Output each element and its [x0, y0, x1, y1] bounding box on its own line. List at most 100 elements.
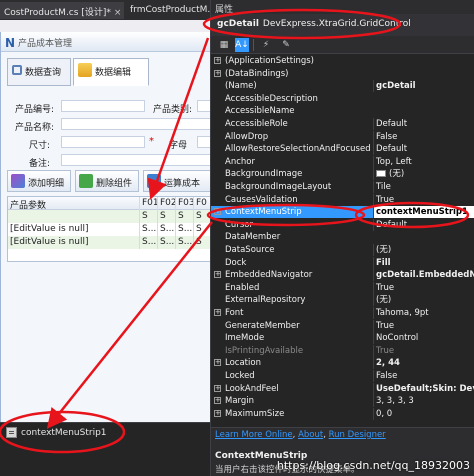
product-name-input[interactable] — [61, 118, 210, 130]
property-value[interactable]: (无) — [373, 244, 474, 256]
property-value[interactable]: gcDetail.EmbeddedNav — [373, 269, 474, 282]
events-icon[interactable]: ⚡ — [259, 38, 273, 52]
grid-cell: S... — [178, 223, 194, 236]
expand-icon[interactable]: + — [214, 57, 221, 64]
property-row[interactable]: DataMember — [211, 231, 474, 243]
property-row[interactable]: + (ApplicationSettings) — [211, 55, 474, 67]
property-row[interactable]: + LookAndFeel UseDefault;Skin: DevEx — [211, 382, 474, 395]
property-value[interactable]: Default — [373, 143, 474, 156]
column-header[interactable]: F0 — [194, 197, 210, 210]
property-value[interactable]: NoControl — [373, 332, 474, 345]
property-row[interactable]: Cursor Default — [211, 218, 474, 231]
property-value[interactable]: False — [373, 370, 474, 382]
property-grid[interactable]: + (ApplicationSettings) + (DataBindings) (Na… — [211, 55, 474, 427]
expand-icon[interactable]: + — [214, 271, 221, 279]
properties-title: 属性 — [211, 0, 474, 15]
property-row[interactable]: + (DataBindings) — [211, 68, 474, 80]
size-input[interactable] — [61, 136, 145, 148]
product-code-input[interactable] — [61, 100, 145, 112]
property-row[interactable]: + Font Tahoma, 9pt — [211, 307, 474, 319]
expand-icon[interactable]: + — [214, 359, 221, 367]
product-category-input[interactable] — [197, 100, 210, 112]
calculate-cost-button[interactable]: 运算成本 — [143, 170, 210, 192]
alphabetical-icon[interactable]: A↓ — [235, 38, 249, 52]
column-header[interactable]: 产品参数 — [8, 197, 140, 210]
property-row[interactable]: AccessibleName — [211, 105, 474, 117]
property-row[interactable]: IsPrintingAvailable True — [211, 344, 474, 357]
property-value[interactable]: 2, 44 — [373, 357, 474, 370]
property-value[interactable]: Tahoma, 9pt — [373, 307, 474, 319]
object-selector[interactable]: gcDetail DevExpress.XtraGrid.GridControl — [211, 14, 474, 36]
column-header[interactable]: F03 — [176, 197, 194, 210]
property-row[interactable]: (Name) gcDetail — [211, 80, 474, 93]
expand-icon[interactable]: + — [214, 384, 221, 392]
property-row[interactable]: Dock Fill — [211, 256, 474, 269]
property-value[interactable]: contextMenuStrip1 — [373, 206, 474, 219]
required-marker: * — [149, 136, 154, 147]
property-row[interactable]: AllowRestoreSelectionAndFocusedRo Default — [211, 143, 474, 156]
font-input[interactable] — [197, 136, 210, 148]
table-row[interactable]: [EditValue is null] S... S... S... S — [8, 223, 210, 236]
about-link[interactable]: About — [298, 430, 323, 440]
close-icon[interactable]: × — [114, 8, 122, 18]
property-value[interactable]: 0, 0 — [373, 407, 474, 420]
run-designer-link[interactable]: Run Designer — [329, 430, 386, 440]
property-value[interactable]: Tile — [373, 181, 474, 193]
property-row[interactable]: Anchor Top, Left — [211, 155, 474, 168]
property-value[interactable]: True — [373, 193, 474, 206]
expand-icon[interactable]: + — [214, 397, 221, 405]
expand-icon[interactable]: + — [214, 409, 221, 417]
property-value[interactable]: gcDetail — [373, 80, 474, 93]
tab-costproductm-designer[interactable]: CostProductM.cs [设计]* × — [0, 2, 124, 19]
property-value[interactable]: Default — [373, 118, 474, 130]
table-row[interactable]: [EditValue is null] S... S... S... S — [8, 236, 210, 249]
detail-grid[interactable]: 产品参数 F01 F02 F03 F0 S S S S [EditValue i… — [7, 196, 210, 262]
add-detail-button[interactable]: 添加明细 — [7, 170, 71, 192]
property-value[interactable]: True — [373, 344, 474, 357]
property-row[interactable]: AccessibleDescription — [211, 93, 474, 105]
table-row[interactable]: S S S S — [8, 210, 210, 223]
expand-icon[interactable]: + — [214, 69, 221, 77]
property-row[interactable]: + Margin 3, 3, 3, 3 — [211, 395, 474, 408]
property-value[interactable]: True — [373, 281, 474, 294]
column-header[interactable]: F02 — [158, 197, 176, 210]
property-value[interactable]: (无) — [373, 294, 474, 307]
note-input[interactable] — [61, 154, 210, 166]
learn-more-link[interactable]: Learn More Online — [215, 430, 293, 440]
property-row[interactable]: + Location 2, 44 — [211, 357, 474, 370]
property-row[interactable]: Locked False — [211, 370, 474, 382]
property-pages-icon[interactable]: ✎ — [279, 38, 293, 52]
tray-item-contextmenustrip1[interactable]: contextMenuStrip1 — [6, 427, 107, 438]
property-row[interactable]: AllowDrop False — [211, 130, 474, 143]
property-value[interactable]: (无) — [373, 168, 474, 181]
designed-form[interactable]: N产品成本管理 数据查询 数据编辑 产品编号: 产品类别: 产品名称: 尺寸: — [0, 32, 210, 422]
delete-component-button[interactable]: 删除组件 — [75, 170, 139, 192]
property-value[interactable]: 3, 3, 3, 3 — [373, 395, 474, 408]
property-value[interactable]: Top, Left — [373, 155, 474, 168]
property-row[interactable]: ExternalRepository (无) — [211, 294, 474, 307]
property-row[interactable]: + ContextMenuStrip contextMenuStrip1 — [211, 206, 474, 219]
property-row[interactable]: BackgroundImageLayout Tile — [211, 181, 474, 193]
property-row[interactable]: + MaximumSize 0, 0 — [211, 407, 474, 420]
categorized-icon[interactable]: ▦ — [217, 38, 231, 52]
tab-frmcostproductm[interactable]: frmCostProductM.cs* — [126, 2, 210, 19]
property-row[interactable]: AccessibleRole Default — [211, 118, 474, 130]
tab-data-query[interactable]: 数据查询 — [7, 58, 71, 86]
property-row[interactable]: BackgroundImage (无) — [211, 168, 474, 181]
tab-data-edit[interactable]: 数据编辑 — [73, 58, 149, 86]
property-value[interactable]: Fill — [373, 256, 474, 269]
property-row[interactable]: CausesValidation True — [211, 193, 474, 206]
property-value[interactable]: Default — [373, 218, 474, 231]
column-header[interactable]: F01 — [140, 197, 158, 210]
property-row[interactable]: GenerateMember True — [211, 319, 474, 332]
property-row[interactable]: DataSource (无) — [211, 244, 474, 256]
property-value[interactable]: False — [373, 130, 474, 143]
expand-icon[interactable]: + — [214, 208, 221, 216]
property-value[interactable]: UseDefault;Skin: DevEx — [373, 382, 474, 395]
property-row[interactable]: Enabled True — [211, 281, 474, 294]
property-row[interactable]: ImeMode NoControl — [211, 332, 474, 345]
property-row[interactable]: + EmbeddedNavigator gcDetail.EmbeddedNav — [211, 269, 474, 282]
property-value[interactable]: True — [373, 319, 474, 332]
expand-icon[interactable]: + — [214, 309, 221, 316]
label-note: 备注: — [29, 159, 51, 169]
